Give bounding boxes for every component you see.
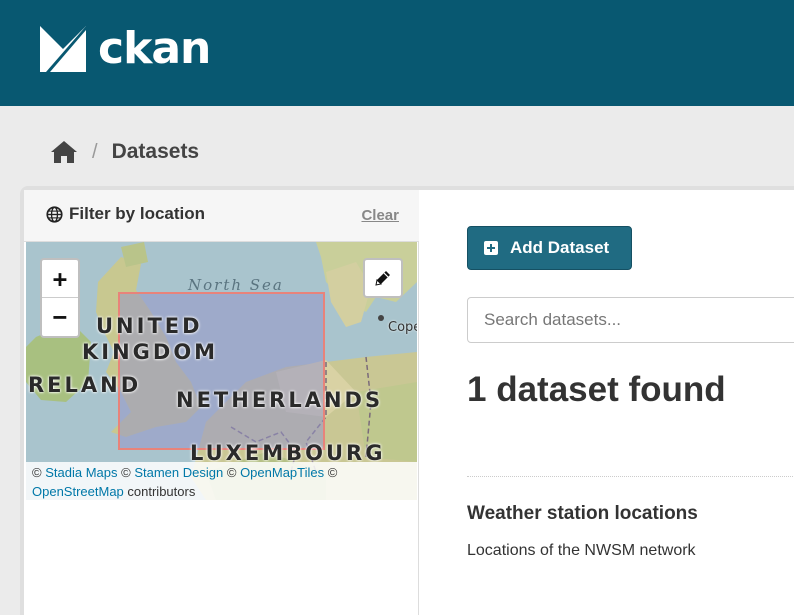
zoom-in-button[interactable]: + — [42, 260, 78, 298]
brand-logo[interactable]: ckan — [40, 23, 211, 74]
map-label-ireland: RELAND — [28, 373, 142, 397]
masthead: ckan — [0, 0, 794, 106]
add-dataset-button[interactable]: Add Dataset — [467, 226, 632, 270]
zoom-control: + − — [40, 258, 80, 338]
map-label-city: Cope — [388, 320, 417, 335]
contributors-text: contributors — [127, 484, 196, 499]
map-label-united: UNITED — [96, 314, 203, 338]
breadcrumb-current[interactable]: Datasets — [112, 140, 200, 164]
globe-icon — [46, 205, 63, 223]
ckan-logo-icon — [40, 26, 86, 72]
map-label-kingdom: KINGDOM — [82, 340, 219, 364]
breadcrumb-separator: / — [92, 140, 98, 163]
add-dataset-label: Add Dataset — [510, 238, 610, 257]
home-icon[interactable] — [50, 140, 78, 164]
filter-title-label: Filter by location — [69, 204, 206, 223]
openstreetmap-link[interactable]: OpenStreetMap — [32, 484, 124, 499]
map-attribution: © Stadia Maps © Stamen Design © OpenMapT… — [26, 462, 417, 500]
sidebar: Filter by location Clear North Sea Cop U… — [24, 190, 419, 615]
dataset-description: Locations of the NWSM network — [467, 542, 696, 559]
brand-name: ckan — [98, 23, 211, 74]
draw-rectangle-button[interactable] — [363, 258, 403, 298]
stadia-maps-link[interactable]: Stadia Maps — [45, 465, 117, 480]
content-wrapper: Filter by location Clear North Sea Cop U… — [24, 190, 794, 615]
location-filter-heading: Filter by location Clear — [24, 190, 419, 242]
openmaptiles-link[interactable]: OpenMapTiles — [240, 465, 324, 480]
copyright-symbol: © — [327, 465, 338, 480]
copyright-symbol: © — [226, 465, 237, 480]
dataset-title-link[interactable]: Weather station locations — [467, 503, 698, 525]
primary-content: Add Dataset 1 dataset found Weather stat… — [419, 190, 794, 615]
breadcrumb: / Datasets — [50, 140, 199, 164]
stamen-design-link[interactable]: Stamen Design — [134, 465, 223, 480]
zoom-out-button[interactable]: − — [42, 298, 78, 336]
results-count: 1 dataset found — [467, 370, 726, 409]
pencil-icon — [375, 271, 390, 286]
map-label-netherlands: NETHERLANDS — [176, 388, 384, 412]
copyright-symbol: © — [121, 465, 131, 480]
copyright-symbol: © — [32, 465, 42, 480]
filter-title: Filter by location — [46, 204, 205, 224]
results-divider — [467, 476, 794, 477]
search-input[interactable] — [467, 297, 794, 343]
plus-square-icon — [484, 241, 498, 255]
clear-link[interactable]: Clear — [361, 207, 399, 224]
